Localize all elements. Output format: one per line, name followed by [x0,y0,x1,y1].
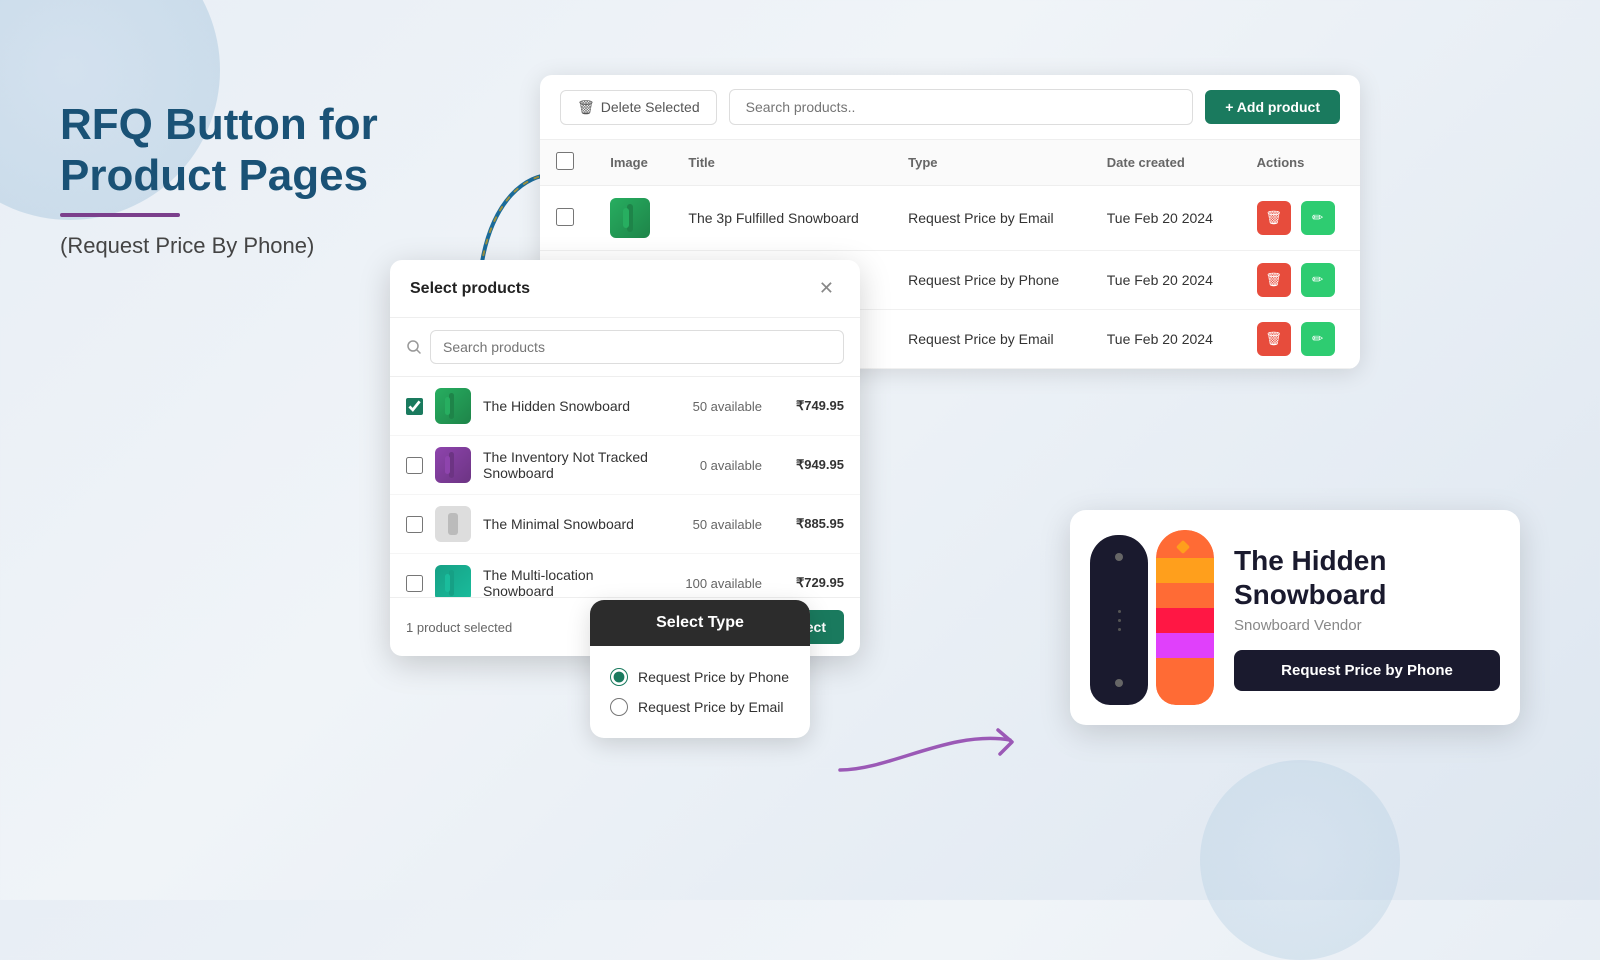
edit-row-button[interactable]: ✏ [1301,263,1335,297]
modal-title: Select products [410,280,530,298]
product-title: The 3p Fulfilled Snowboard [672,186,892,251]
item-stock: 50 available [672,517,762,532]
list-item[interactable]: The Minimal Snowboard 50 available ₹885.… [390,495,860,554]
list-item[interactable]: The Hidden Snowboard 50 available ₹749.9… [390,377,860,436]
item-checkbox[interactable] [406,398,423,415]
radio-phone-label: Request Price by Phone [638,669,789,685]
product-type: Request Price by Email [892,186,1091,251]
modal-search-area [390,318,860,377]
radio-email-label: Request Price by Email [638,699,784,715]
item-thumbnail [435,506,471,542]
selection-count: 1 product selected [406,620,512,635]
snowboard-image-2 [1156,530,1214,705]
radio-phone-input[interactable] [610,668,628,686]
item-name: The Inventory Not Tracked Snowboard [483,449,660,481]
trash-icon: 🗑 [577,99,595,116]
product-name: The Hidden Snowboard [1234,544,1500,611]
radio-option-phone[interactable]: Request Price by Phone [610,662,790,692]
item-name: The Hidden Snowboard [483,398,660,414]
arrow-decoration-3 [830,700,1030,790]
delete-selected-button[interactable]: 🗑 Delete Selected [560,90,717,125]
select-products-modal: Select products ✕ The Hidden Snowboard 5… [390,260,860,656]
page-subtitle: (Request Price By Phone) [60,233,440,259]
table-row: The 3p Fulfilled Snowboard Request Price… [540,186,1360,251]
select-type-body: Request Price by Phone Request Price by … [590,646,810,738]
item-price: ₹885.95 [774,516,844,532]
item-thumbnail [435,388,471,424]
col-actions: Actions [1241,140,1360,186]
edit-row-button[interactable]: ✏ [1301,322,1335,356]
product-search-input[interactable] [729,89,1194,125]
bg-decoration-br [1200,760,1400,960]
title-underline [60,213,180,217]
radio-email-input[interactable] [610,698,628,716]
radio-option-email[interactable]: Request Price by Email [610,692,790,722]
modal-search-input[interactable] [430,330,844,364]
edit-row-button[interactable]: ✏ [1301,201,1335,235]
list-item[interactable]: The Multi-location Snowboard 100 availab… [390,554,860,597]
item-stock: 100 available [672,576,762,591]
product-date: Tue Feb 20 2024 [1091,186,1241,251]
search-icon [406,339,422,355]
item-stock: 0 available [672,458,762,473]
product-date: Tue Feb 20 2024 [1091,251,1241,310]
select-type-card: Select Type Request Price by Phone Reque… [590,600,810,738]
item-price: ₹729.95 [774,575,844,591]
row-checkbox[interactable] [556,208,574,226]
modal-header: Select products ✕ [390,260,860,318]
item-price: ₹749.95 [774,398,844,414]
item-stock: 50 available [672,399,762,414]
select-all-checkbox[interactable] [556,152,574,170]
delete-row-button[interactable]: 🗑 [1257,322,1291,356]
col-image: Image [594,140,672,186]
product-date: Tue Feb 20 2024 [1091,310,1241,369]
col-date: Date created [1091,140,1241,186]
product-showcase-card: The Hidden Snowboard Snowboard Vendor Re… [1070,510,1520,725]
item-price: ₹949.95 [774,457,844,473]
page-title: RFQ Button for Product Pages [60,100,440,201]
item-checkbox[interactable] [406,516,423,533]
snowboard-image-1 [1090,535,1148,705]
left-panel: RFQ Button for Product Pages (Request Pr… [60,100,440,259]
item-thumbnail [435,565,471,597]
list-item[interactable]: The Inventory Not Tracked Snowboard 0 av… [390,436,860,495]
item-checkbox[interactable] [406,457,423,474]
col-title: Title [672,140,892,186]
product-type: Request Price by Phone [892,251,1091,310]
delete-row-button[interactable]: 🗑 [1257,201,1291,235]
col-type: Type [892,140,1091,186]
product-info: The Hidden Snowboard Snowboard Vendor Re… [1234,544,1500,691]
product-rfq-button[interactable]: Request Price by Phone [1234,650,1500,691]
product-type: Request Price by Email [892,310,1091,369]
add-product-button[interactable]: + Add product [1205,90,1340,124]
modal-close-button[interactable]: ✕ [813,276,840,301]
select-type-header: Select Type [590,600,810,646]
item-name: The Multi-location Snowboard [483,567,660,597]
product-vendor: Snowboard Vendor [1234,617,1500,634]
modal-product-list: The Hidden Snowboard 50 available ₹749.9… [390,377,860,597]
item-thumbnail [435,447,471,483]
delete-row-button[interactable]: 🗑 [1257,263,1291,297]
admin-toolbar: 🗑 Delete Selected + Add product [540,75,1360,140]
product-image-area [1090,530,1214,705]
item-checkbox[interactable] [406,575,423,592]
item-name: The Minimal Snowboard [483,516,660,532]
product-thumbnail [610,198,650,238]
